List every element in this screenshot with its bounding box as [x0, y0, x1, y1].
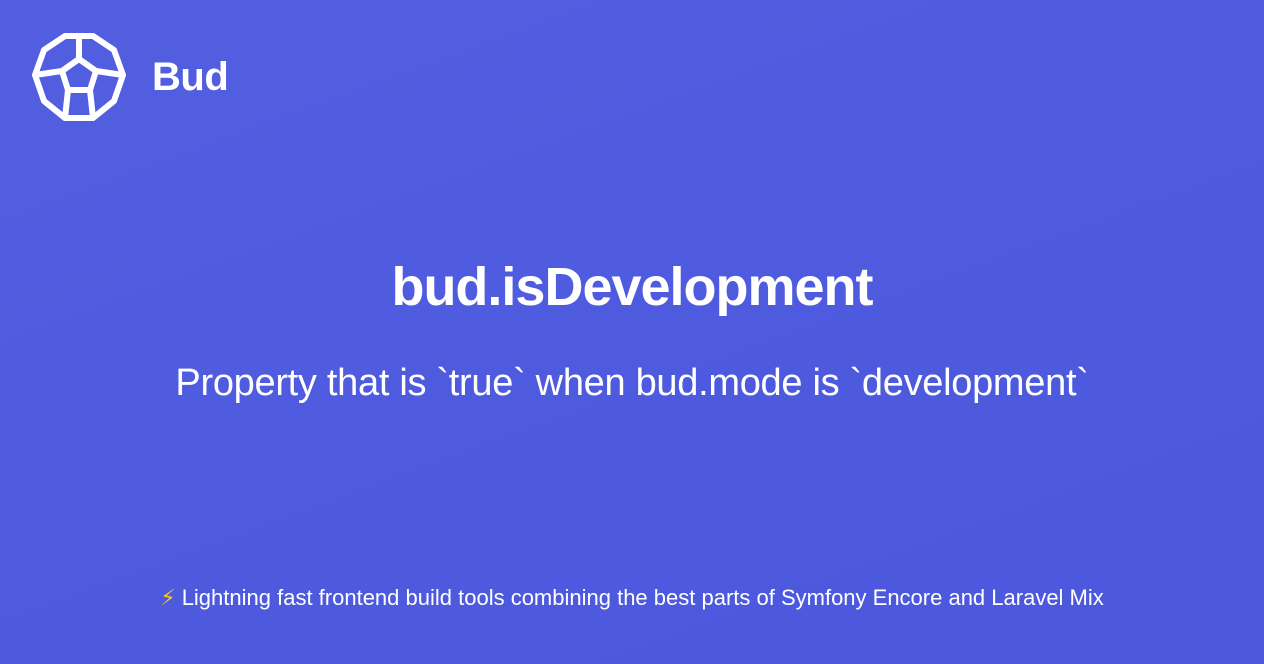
- tagline-text: Lightning fast frontend build tools comb…: [181, 585, 1104, 610]
- brand-name: Bud: [152, 55, 229, 99]
- hexagon-cell-logo-icon: [32, 33, 126, 121]
- page-subtitle: Property that is `true` when bud.mode is…: [175, 362, 1089, 404]
- tagline: ⚡ Lightning fast frontend build tools com…: [0, 584, 1264, 613]
- page-title: bud.isDevelopment: [391, 257, 873, 317]
- lightning-bolt-icon: ⚡: [160, 586, 176, 611]
- brand-header: Bud: [32, 32, 229, 122]
